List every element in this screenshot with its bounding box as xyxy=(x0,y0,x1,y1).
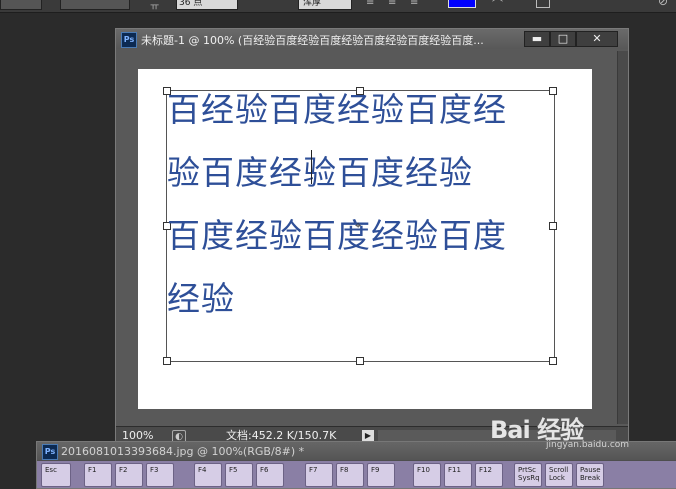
second-document-title: 20160810133936­84.jpg @ 100%(RGB/8#) * xyxy=(61,445,305,458)
key-esc: Esc xyxy=(41,463,71,487)
close-button[interactable]: ✕ xyxy=(576,31,618,47)
document-titlebar[interactable]: Ps 未标题-1 @ 100% (百经验百度经验百度经验百度经验百度经验百度..… xyxy=(116,29,628,49)
align-left-icon[interactable]: ≡ xyxy=(366,0,374,8)
font-size-field[interactable]: 36 点 xyxy=(176,0,238,10)
text-line[interactable]: 经验 xyxy=(167,272,235,320)
antialias-dropdown[interactable]: 浑厚 xyxy=(298,0,352,10)
text-cursor xyxy=(311,150,312,184)
text-line[interactable]: 验百度经验百度经验 xyxy=(167,146,473,194)
key-f1: F1 xyxy=(84,463,112,487)
key-scroll-lock: Scroll Lock xyxy=(545,463,573,487)
options-bar: ㅠ 36 点 浑厚 ≡ ≡ ≡ ⌒ ⊘ xyxy=(0,0,676,13)
align-center-icon[interactable]: ≡ xyxy=(388,0,396,8)
baidu-watermark: Bai 经验 jingyan.baidu.com xyxy=(490,410,629,450)
transform-handle[interactable] xyxy=(549,87,557,95)
transform-handle[interactable] xyxy=(549,357,557,365)
document-title: 未标题-1 @ 100% (百经验百度经验百度经验百度经验百度经验百度... xyxy=(141,34,484,47)
transform-handle[interactable] xyxy=(356,357,364,365)
align-right-icon[interactable]: ≡ xyxy=(410,0,418,8)
photoshop-icon: Ps xyxy=(121,32,137,48)
reference-point-icon: ⌖ xyxy=(355,219,362,232)
character-panel-icon[interactable] xyxy=(536,0,550,8)
document-window: Ps 未标题-1 @ 100% (百经验百度经验百度经验百度经验百度经验百度..… xyxy=(115,28,629,448)
vertical-scrollbar[interactable] xyxy=(617,51,628,424)
key-f10: F10 xyxy=(413,463,441,487)
key-prtsc: PrtSc SysRq xyxy=(514,463,542,487)
photoshop-icon: Ps xyxy=(42,444,58,460)
watermark-url: jingyan.baidu.com xyxy=(546,440,630,450)
key-f5: F5 xyxy=(225,463,253,487)
transform-handle[interactable] xyxy=(549,222,557,230)
cancel-icon[interactable]: ⊘ xyxy=(658,0,668,8)
key-f12: F12 xyxy=(475,463,503,487)
key-f7: F7 xyxy=(305,463,333,487)
font-size-icon: ㅠ xyxy=(150,2,160,13)
text-color-swatch[interactable] xyxy=(448,0,476,8)
key-f3: F3 xyxy=(146,463,174,487)
text-line[interactable]: 百经验百度经验百度经 xyxy=(167,83,507,131)
key-f9: F9 xyxy=(367,463,395,487)
text-line[interactable]: 百度经验百度经验百度 xyxy=(167,209,507,257)
key-f8: F8 xyxy=(336,463,364,487)
tool-preset-dropdown[interactable] xyxy=(0,0,42,10)
key-f6: F6 xyxy=(256,463,284,487)
key-f4: F4 xyxy=(194,463,222,487)
font-style-dropdown[interactable] xyxy=(60,0,130,10)
canvas-area[interactable]: 百经验百度经验百度经 验百度经验百度经验 百度经验百度经验百度 经验 ⌖ xyxy=(118,51,615,424)
transform-handle[interactable] xyxy=(163,357,171,365)
minimize-button[interactable]: ▬ xyxy=(524,31,550,47)
key-f2: F2 xyxy=(115,463,143,487)
canvas[interactable]: 百经验百度经验百度经 验百度经验百度经验 百度经验百度经验百度 经验 ⌖ xyxy=(138,69,592,409)
keyboard-image: Esc F1 F2 F3 F4 F5 F6 F7 F8 F9 F10 F11 F… xyxy=(37,461,676,488)
restore-button[interactable]: □ xyxy=(550,31,576,47)
key-f11: F11 xyxy=(444,463,472,487)
warp-text-icon[interactable]: ⌒ xyxy=(492,0,503,12)
key-pause-break: Pause Break xyxy=(576,463,604,487)
